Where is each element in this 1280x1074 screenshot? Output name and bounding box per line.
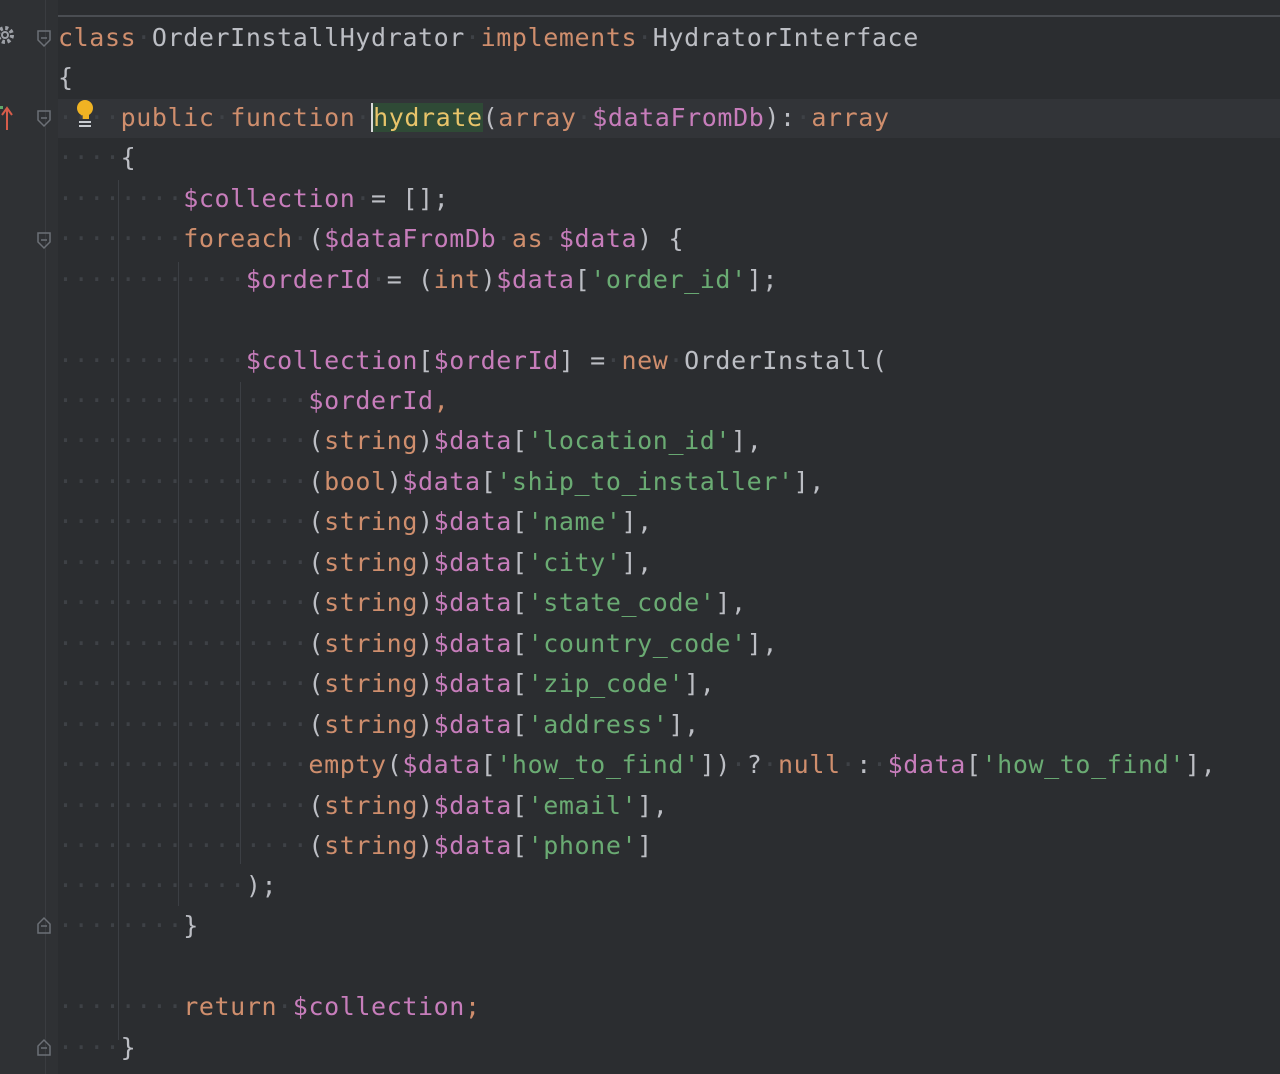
type-cast: string — [324, 507, 418, 536]
keyword: function — [230, 103, 356, 132]
method-name[interactable]: hydrate — [371, 103, 483, 132]
code-line[interactable]: ············); — [58, 866, 277, 906]
code-editor[interactable]: class·OrderInstallHydrator·implements·Hy… — [0, 0, 1280, 1074]
type-cast: int — [433, 265, 481, 294]
keyword: new — [621, 346, 669, 375]
code-line[interactable]: ········} — [58, 906, 199, 946]
string-literal: 'city' — [527, 548, 622, 577]
keyword: foreach — [183, 224, 293, 253]
type-cast: string — [324, 669, 418, 698]
type: array — [498, 103, 577, 132]
keyword: public — [120, 103, 215, 132]
variable: $orderId — [433, 346, 559, 375]
code-line[interactable]: ················(string)$data['zip_code'… — [58, 664, 715, 704]
string-literal: 'country_code' — [527, 629, 747, 658]
return-type: array — [811, 103, 890, 132]
code-line[interactable]: ····{ — [58, 138, 136, 178]
string-literal: 'how_to_find' — [496, 750, 700, 779]
variable: $collection — [183, 184, 356, 213]
code-line[interactable]: ················(string)$data['name'], — [58, 502, 653, 542]
code-area[interactable]: class·OrderInstallHydrator·implements·Hy… — [0, 0, 1280, 1074]
variable: $dataFromDb — [324, 224, 497, 253]
variable: $data — [402, 467, 481, 496]
string-literal: 'ship_to_installer' — [496, 467, 794, 496]
class-name: OrderInstall( — [684, 346, 888, 375]
code-line[interactable]: ············$collection[$orderId] =·new·… — [58, 341, 888, 381]
code-line[interactable]: ················$orderId, — [58, 381, 449, 421]
type-cast: string — [324, 426, 418, 455]
keyword: as — [511, 224, 544, 253]
string-literal: 'how_to_find' — [981, 750, 1185, 779]
code-line[interactable]: ····} — [58, 1028, 136, 1068]
variable: $data — [558, 224, 638, 253]
variable: $data — [433, 507, 512, 536]
keyword: return — [183, 992, 278, 1021]
variable: $collection — [292, 992, 465, 1021]
interface-name: HydratorInterface — [652, 23, 919, 52]
keyword: class — [58, 23, 137, 52]
variable: $data — [433, 791, 512, 820]
variable: $collection — [245, 346, 418, 375]
string-literal: 'order_id' — [590, 265, 747, 294]
code-line[interactable]: ········return·$collection; — [58, 987, 481, 1027]
variable: $data — [433, 629, 512, 658]
parameter: $dataFromDb — [592, 103, 765, 132]
variable: $data — [433, 710, 512, 739]
brace: { — [120, 143, 137, 172]
code-line[interactable]: ········foreach·($dataFromDb·as·$data) { — [58, 219, 684, 259]
brace: } — [120, 1033, 137, 1062]
code-line[interactable]: ········$collection·= []; — [58, 179, 449, 219]
code-line[interactable]: class·OrderInstallHydrator·implements·Hy… — [58, 18, 919, 58]
function-call: empty — [308, 750, 387, 779]
variable: $orderId — [245, 265, 372, 294]
string-literal: 'email' — [527, 791, 638, 820]
variable: $data — [433, 588, 512, 617]
brace: } — [183, 911, 199, 940]
variable: $data — [402, 750, 481, 779]
variable: $data — [887, 750, 966, 779]
code-line[interactable]: ················(string)$data['email'], — [58, 786, 668, 826]
code-line[interactable]: ················(string)$data['address']… — [58, 705, 700, 745]
code-line[interactable]: ················(string)$data['country_c… — [58, 624, 778, 664]
variable: $data — [433, 669, 512, 698]
type-cast: string — [324, 629, 418, 658]
type-cast: string — [324, 588, 418, 617]
code-line[interactable]: ················(string)$data['phone'] — [58, 826, 653, 866]
type-cast: string — [324, 548, 418, 577]
code-line[interactable]: ············$orderId·= (int)$data['order… — [58, 260, 778, 300]
string-literal: 'phone' — [527, 831, 638, 860]
variable: $orderId — [308, 386, 434, 415]
code-line[interactable]: { — [58, 58, 74, 98]
type-cast: string — [324, 831, 418, 860]
string-literal: 'name' — [527, 507, 622, 536]
type-cast: bool — [324, 467, 387, 496]
string-literal: 'zip_code' — [527, 669, 685, 698]
keyword: implements — [480, 23, 638, 52]
code-line[interactable]: ····public·function·hydrate(array·$dataF… — [58, 98, 890, 138]
type-cast: string — [324, 710, 418, 739]
string-literal: 'address' — [527, 710, 669, 739]
class-name: OrderInstallHydrator — [151, 23, 465, 52]
keyword: null — [778, 750, 841, 779]
code-line[interactable]: ················(string)$data['state_cod… — [58, 583, 747, 623]
brace: { — [58, 63, 74, 92]
variable: $data — [433, 548, 512, 577]
type-cast: string — [324, 791, 418, 820]
variable: $data — [433, 426, 512, 455]
code-line[interactable]: ················(string)$data['city'], — [58, 543, 653, 583]
code-line[interactable]: ················(string)$data['location_… — [58, 421, 762, 461]
variable: $data — [496, 265, 575, 294]
string-literal: 'location_id' — [527, 426, 732, 455]
string-literal: 'state_code' — [527, 588, 716, 617]
code-line[interactable]: ················(bool)$data['ship_to_ins… — [58, 462, 825, 502]
code-line[interactable]: ················empty($data['how_to_find… — [58, 745, 1216, 785]
variable: $data — [433, 831, 512, 860]
